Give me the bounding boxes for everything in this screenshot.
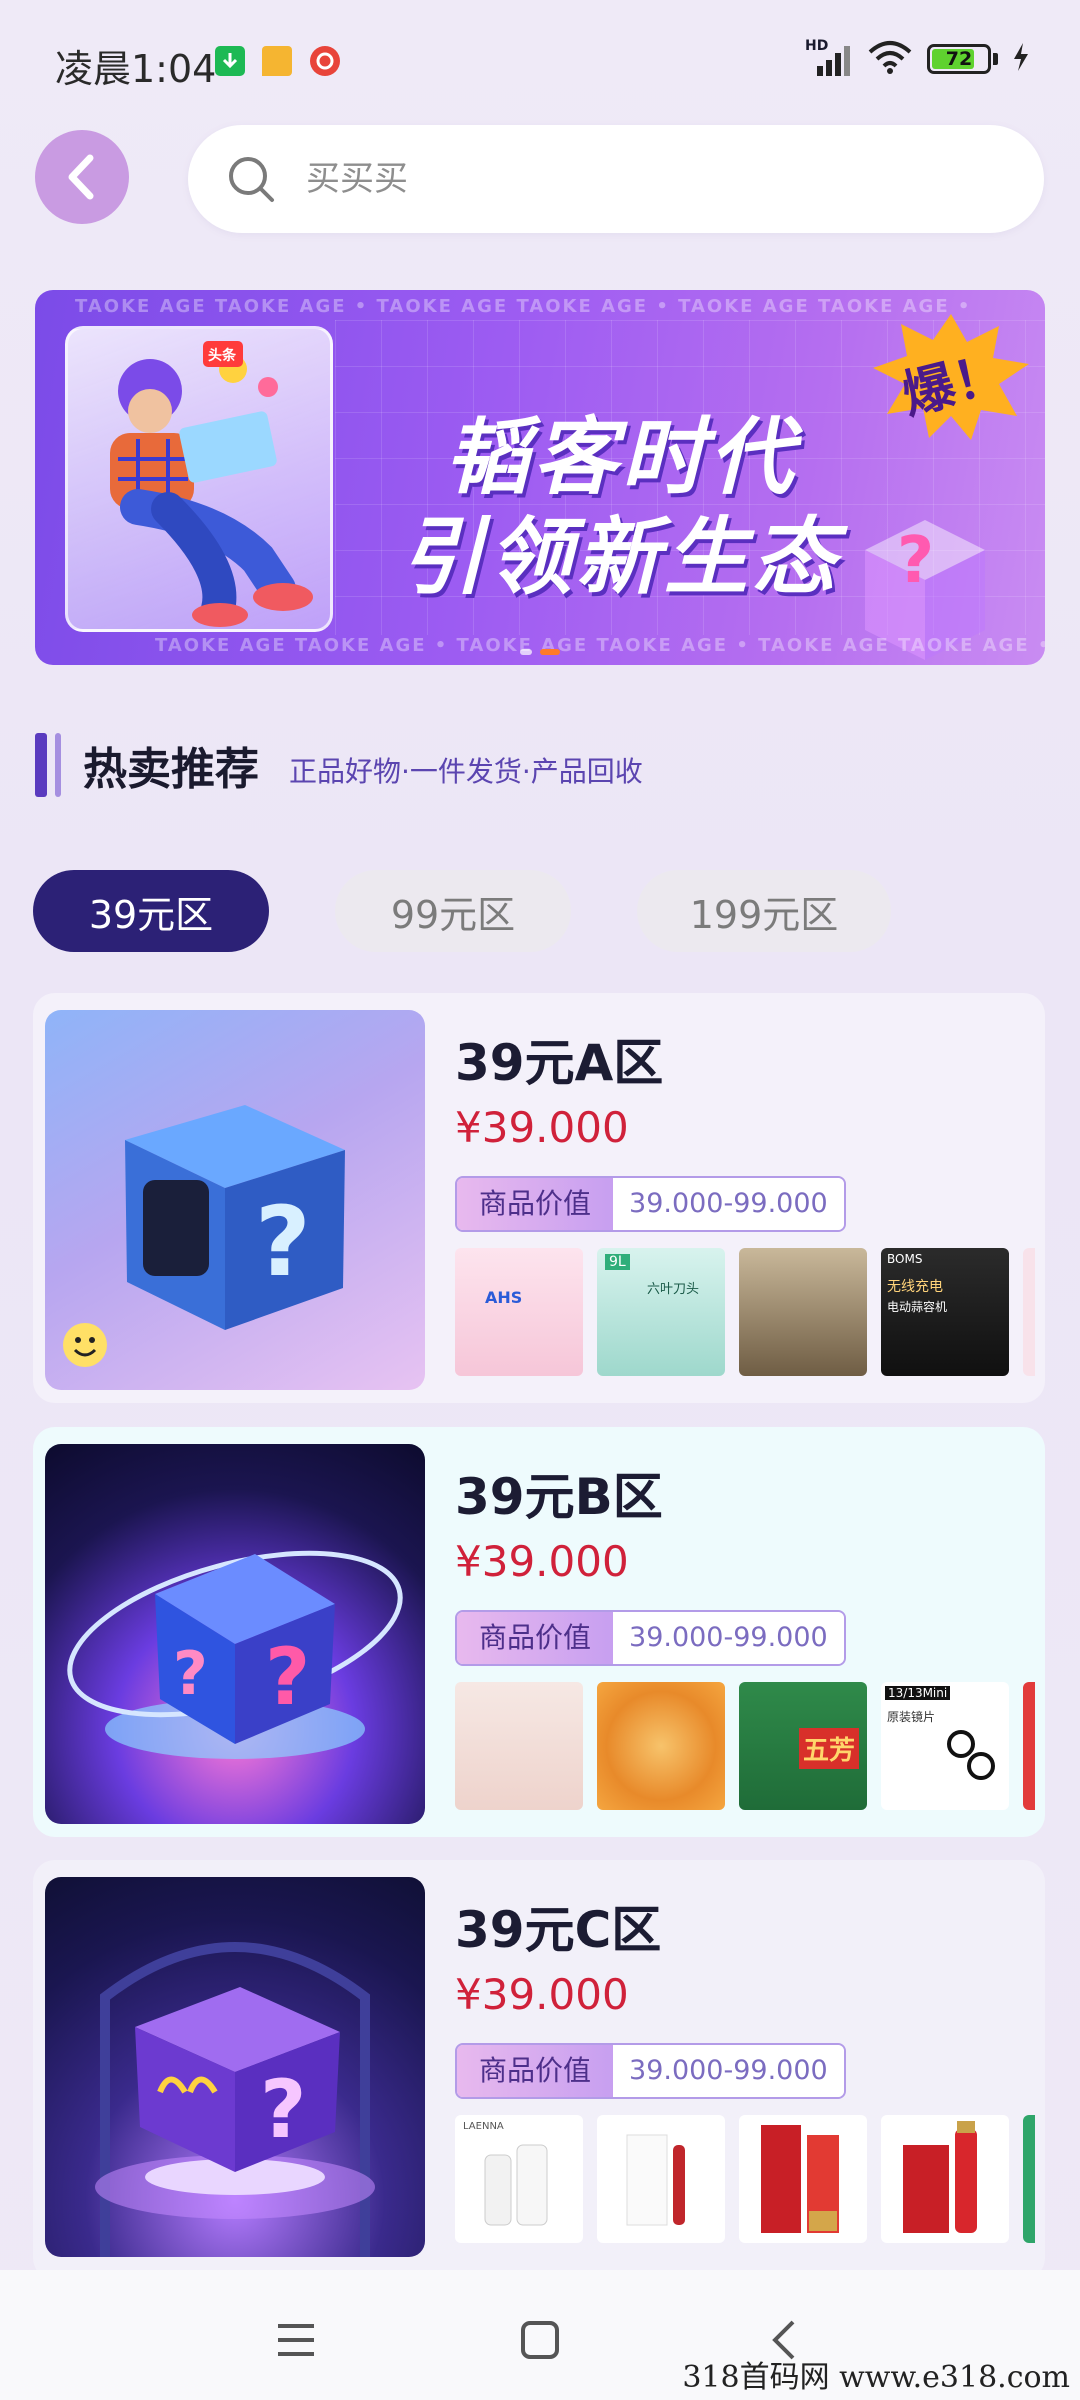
mystery-box-icon: ?	[95, 1942, 375, 2257]
banner-pagination	[520, 649, 560, 655]
value-tag: 商品价值 39.000-99.000	[455, 1610, 846, 1666]
person-laptop-illustration	[110, 341, 313, 627]
pagination-dot-active	[540, 649, 560, 655]
product-thumb-partial[interactable]	[1023, 2115, 1035, 2243]
mystery-box-icon: ? ?	[67, 1550, 403, 1759]
value-range: 39.000-99.000	[613, 2045, 844, 2097]
tab-199[interactable]: 199元区	[637, 870, 891, 952]
product-thumb-zongzi-giftbox[interactable]: 五芳	[739, 1682, 867, 1810]
card-title: 39元B区	[455, 1468, 663, 1526]
value-range: 39.000-99.000	[613, 1612, 844, 1664]
product-strip[interactable]: LAENNA	[455, 2115, 1035, 2245]
product-thumb-meat-grinder[interactable]: 9L 六叶刀头	[597, 1248, 725, 1376]
value-range: 39.000-99.000	[613, 1178, 844, 1230]
product-thumb-serum-box[interactable]	[597, 2115, 725, 2243]
product-thumb-spicy-snack[interactable]	[597, 1682, 725, 1810]
music-icon	[310, 46, 340, 76]
download-icon	[215, 46, 245, 76]
card-price: ¥39.000	[455, 1103, 629, 1152]
product-text: 电动蒜容机	[887, 1300, 948, 1314]
back-button[interactable]	[35, 130, 129, 224]
product-thumb-glass-containers[interactable]	[739, 1248, 867, 1376]
product-card-b[interactable]: ? ? 39元B区 ¥39.000 商品价值 39.000-99.000 五芳 …	[33, 1427, 1045, 1837]
search-icon	[229, 157, 274, 202]
home-button[interactable]	[510, 2310, 570, 2370]
menu-icon	[278, 2324, 314, 2356]
card-price: ¥39.000	[455, 1970, 629, 2019]
svg-text:?: ?	[897, 524, 934, 598]
battery-icon: 72	[927, 44, 991, 74]
svg-text:?: ?	[173, 1639, 208, 1709]
system-nav-bar: 318首码网 www.e318.com	[0, 2270, 1080, 2400]
product-text: 六叶刀头	[647, 1282, 700, 1297]
product-thumb-red-essence[interactable]	[881, 2115, 1009, 2243]
pagination-dot	[520, 649, 532, 655]
section-subtitle: 正品好物·一件发货·产品回收	[289, 755, 643, 788]
section-title: 热卖推荐	[83, 744, 259, 795]
network-label: HD	[805, 38, 829, 54]
card-title: 39元A区	[455, 1034, 664, 1092]
watermark: 318首码网 www.e318.com	[682, 2360, 1070, 2395]
search-input[interactable]	[304, 158, 908, 200]
banner-illustration: 头条	[65, 326, 333, 632]
banner-card-badge: 头条	[208, 348, 236, 364]
banner-headline-2: 引领新生态	[400, 508, 841, 606]
product-card-c[interactable]: ? 39元C区 ¥39.000 商品价值 39.000-99.000 LAENN…	[33, 1860, 1045, 2280]
chevron-left-icon	[68, 154, 94, 200]
card-price: ¥39.000	[455, 1537, 629, 1586]
value-tag: 商品价值 39.000-99.000	[455, 1176, 846, 1232]
svg-text:?: ?	[255, 1186, 311, 1298]
product-text: 无线充电	[887, 1279, 943, 1295]
tab-99[interactable]: 99元区	[335, 870, 571, 952]
card-title: 39元C区	[455, 1901, 662, 1959]
value-label: 商品价值	[457, 1612, 614, 1664]
product-card-a[interactable]: ? 39元A区 ¥39.000 商品价值 39.000-99.000 AHS 9…	[33, 993, 1045, 1403]
message-icon	[262, 46, 292, 76]
wifi-icon	[867, 40, 913, 78]
product-thumb-partial[interactable]	[1023, 1248, 1035, 1376]
tab-39[interactable]: 39元区	[33, 870, 269, 952]
product-text: 9L	[605, 1254, 630, 1270]
home-icon	[521, 2321, 559, 2359]
product-thumb-partial[interactable]	[1023, 1682, 1035, 1810]
mystery-box-image: ?	[45, 1877, 425, 2257]
value-label: 商品价值	[457, 2045, 614, 2097]
battery-percent: 72	[945, 48, 973, 70]
svg-text:?: ?	[260, 2063, 306, 2156]
value-label: 商品价值	[457, 1178, 614, 1230]
status-bar: 凌晨1:04 HD 72	[0, 0, 1080, 124]
section-header: 热卖推荐 正品好物·一件发货·产品回收	[35, 730, 643, 800]
mystery-box-image: ? ?	[45, 1444, 425, 1824]
product-thumb-laundry-detergent[interactable]: AHS	[455, 1248, 583, 1376]
menu-button[interactable]	[266, 2310, 326, 2370]
mystery-box-image: ?	[45, 1010, 425, 1390]
product-text: 五芳	[799, 1728, 860, 1769]
product-thumb-skincare-bottles[interactable]	[455, 1682, 583, 1810]
product-thumb-garlic-chopper[interactable]: BOMS 无线充电 电动蒜容机	[881, 1248, 1009, 1376]
product-text: BOMS	[887, 1252, 923, 1266]
status-time: 凌晨1:04	[55, 47, 217, 91]
signal-icon: HD	[805, 38, 853, 76]
charging-icon	[1012, 42, 1030, 76]
product-text: AHS	[485, 1288, 523, 1307]
mystery-box-icon: ?	[63, 1105, 345, 1367]
product-thumb-cleanser-set[interactable]: LAENNA	[455, 2115, 583, 2243]
value-tag: 商品价值 39.000-99.000	[455, 2043, 846, 2099]
price-tabs: 39元区 99元区 199元区	[33, 870, 891, 952]
product-strip[interactable]: 五芳 13/13Mini 原装镜片	[455, 1682, 1035, 1812]
product-strip[interactable]: AHS 9L 六叶刀头 BOMS 无线充电 电动蒜容机	[455, 1248, 1035, 1378]
promo-banner[interactable]: TAOKE AGE TAOKE AGE • TAOKE AGE TAOKE AG…	[35, 290, 1045, 665]
product-thumb-red-tube[interactable]	[739, 2115, 867, 2243]
svg-text:?: ?	[265, 1633, 310, 1723]
search-bar[interactable]	[188, 125, 1044, 233]
product-thumb-cosmetic-pads[interactable]: 13/13Mini 原装镜片	[881, 1682, 1009, 1810]
